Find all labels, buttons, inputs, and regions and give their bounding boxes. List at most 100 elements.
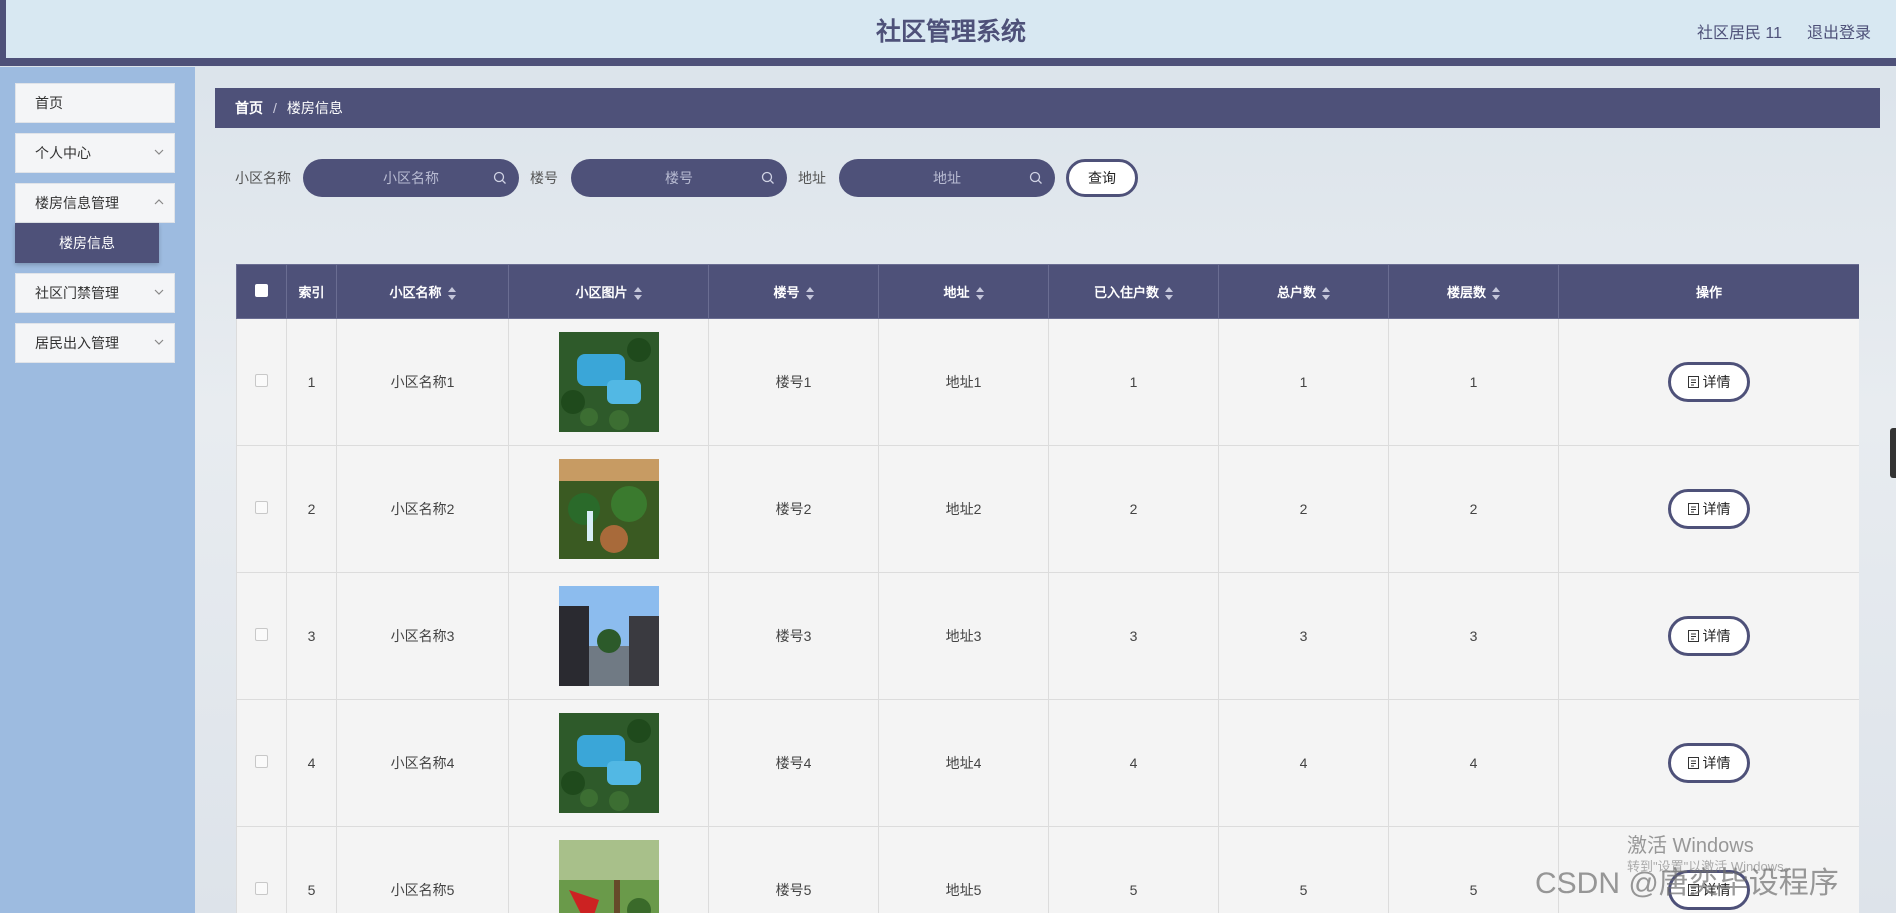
- column-header-label: 地址: [943, 285, 970, 300]
- column-header-image[interactable]: 小区图片: [508, 264, 709, 319]
- sort-icon[interactable]: [633, 287, 642, 301]
- search-icon: [493, 171, 506, 184]
- cell-image: [508, 699, 709, 827]
- building-table: 索引 小区名称 小区图片 楼号 地址 已入住户数 总户数 楼层数 操作 1 小区名…: [236, 264, 1859, 913]
- cell-occupied: 4: [1048, 699, 1219, 827]
- sort-icon[interactable]: [1165, 287, 1173, 301]
- column-header-index: 索引: [286, 264, 337, 319]
- cell-community: 小区名称5: [336, 826, 509, 913]
- row-checkbox[interactable]: [255, 501, 268, 514]
- detail-button[interactable]: 详情: [1668, 743, 1750, 783]
- sidebar-item-resident-entry[interactable]: 居民出入管理: [15, 323, 175, 363]
- scrollbar-thumb[interactable]: [1890, 428, 1896, 478]
- community-name-search[interactable]: [303, 159, 519, 197]
- detail-button[interactable]: 详情: [1668, 489, 1750, 529]
- address-label: 地址: [798, 170, 826, 186]
- select-all-checkbox[interactable]: [255, 283, 268, 297]
- community-name-label: 小区名称: [235, 170, 291, 186]
- cell-index: 3: [286, 572, 337, 700]
- document-icon: [1687, 630, 1699, 642]
- column-header-address[interactable]: 地址: [878, 264, 1049, 319]
- sort-icon[interactable]: [447, 287, 456, 301]
- sidebar-item-home[interactable]: 首页: [15, 83, 175, 123]
- row-select-cell[interactable]: [236, 699, 287, 827]
- row-select-cell[interactable]: [236, 572, 287, 700]
- row-checkbox[interactable]: [255, 755, 268, 768]
- row-select-cell[interactable]: [236, 318, 287, 446]
- cell-address: 地址1: [878, 318, 1049, 446]
- community-photo: [558, 840, 659, 913]
- cell-total: 2: [1218, 445, 1389, 573]
- current-user-label: 社区居民 11: [1696, 25, 1782, 42]
- row-select-cell[interactable]: [236, 445, 287, 573]
- detail-button[interactable]: 详情: [1668, 616, 1750, 656]
- cell-building: 楼号5: [708, 826, 879, 913]
- cell-community: 小区名称2: [336, 445, 509, 573]
- detail-button-label: 详情: [1702, 374, 1731, 390]
- table-header-row: 索引 小区名称 小区图片 楼号 地址 已入住户数 总户数 楼层数 操作: [236, 264, 1859, 319]
- column-header-occupied[interactable]: 已入住户数: [1048, 264, 1219, 319]
- cell-occupied: 2: [1048, 445, 1219, 573]
- table-row: 4 小区名称4 楼号4 地址4 4 4 4 详情: [236, 699, 1859, 827]
- sidebar-item-label: 社区门禁管理: [35, 285, 119, 301]
- document-icon: [1687, 376, 1699, 388]
- chevron-down-icon: [154, 324, 164, 362]
- column-header-label: 小区图片: [575, 285, 628, 300]
- sidebar-item-access-control[interactable]: 社区门禁管理: [15, 273, 175, 313]
- cell-occupied: 5: [1048, 826, 1219, 913]
- cell-index: 4: [286, 699, 337, 827]
- app-title: 社区管理系统: [875, 17, 1026, 46]
- sidebar-item-label: 楼房信息管理: [35, 195, 119, 211]
- windows-activation-title: 激活 Windows: [1627, 835, 1754, 857]
- logout-link[interactable]: 退出登录: [1807, 19, 1871, 43]
- sidebar-item-personal-center[interactable]: 个人中心: [15, 133, 175, 173]
- row-checkbox[interactable]: [255, 628, 268, 641]
- row-select-cell[interactable]: [236, 826, 287, 913]
- sidebar-subitem-building-info[interactable]: 楼房信息: [15, 223, 159, 263]
- sort-icon[interactable]: [975, 287, 984, 301]
- cell-address: 地址5: [878, 826, 1049, 913]
- chevron-down-icon: [154, 274, 164, 312]
- cell-address: 地址2: [878, 445, 1049, 573]
- building-number-input[interactable]: [571, 159, 787, 197]
- query-button[interactable]: 查询: [1066, 159, 1138, 197]
- column-header-building[interactable]: 楼号: [708, 264, 879, 319]
- cell-building: 楼号1: [708, 318, 879, 446]
- detail-button[interactable]: 详情: [1668, 362, 1750, 402]
- column-header-community[interactable]: 小区名称: [336, 264, 509, 319]
- sidebar-item-label: 个人中心: [35, 145, 91, 161]
- column-header-label: 小区名称: [389, 285, 442, 300]
- sort-icon[interactable]: [1492, 287, 1500, 301]
- breadcrumb-home[interactable]: 首页: [235, 100, 263, 116]
- chevron-down-icon: [154, 134, 164, 172]
- community-photo: [558, 459, 659, 559]
- sort-icon[interactable]: [805, 287, 814, 301]
- sort-icon[interactable]: [1322, 287, 1330, 301]
- column-header-total[interactable]: 总户数: [1218, 264, 1389, 319]
- cell-address: 地址3: [878, 572, 1049, 700]
- cell-community: 小区名称3: [336, 572, 509, 700]
- sidebar-item-building-management[interactable]: 楼房信息管理: [15, 183, 175, 223]
- address-search[interactable]: [839, 159, 1055, 197]
- select-all-header[interactable]: [236, 264, 287, 319]
- breadcrumb-separator: /: [273, 100, 277, 116]
- building-number-search[interactable]: [571, 159, 787, 197]
- column-header-floors[interactable]: 楼层数: [1388, 264, 1559, 319]
- sidebar-item-label: 首页: [35, 95, 63, 111]
- cell-total: 4: [1218, 699, 1389, 827]
- cell-community: 小区名称4: [336, 699, 509, 827]
- cell-floors: 3: [1388, 572, 1559, 700]
- address-input[interactable]: [839, 159, 1055, 197]
- cell-index: 1: [286, 318, 337, 446]
- sidebar: 首页 个人中心 楼房信息管理 楼房信息 社区门禁管理 居民出入管理: [0, 67, 195, 913]
- cell-actions: 详情: [1558, 572, 1859, 700]
- cell-occupied: 3: [1048, 572, 1219, 700]
- community-photo: [558, 713, 659, 813]
- row-checkbox[interactable]: [255, 374, 268, 387]
- community-name-input[interactable]: [303, 159, 519, 197]
- cell-building: 楼号4: [708, 699, 879, 827]
- document-icon: [1687, 503, 1699, 515]
- row-checkbox[interactable]: [255, 882, 268, 895]
- column-header-label: 楼层数: [1446, 285, 1486, 300]
- top-header: 社区管理系统 社区居民 11 退出登录: [0, 0, 1896, 66]
